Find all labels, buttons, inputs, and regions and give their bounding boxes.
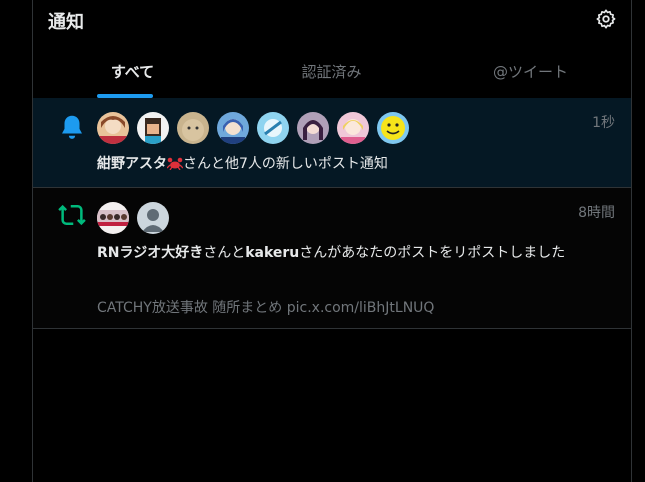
actor-name[interactable]: 紺野アスタ — [97, 156, 167, 172]
actor-name[interactable]: kakeru — [245, 245, 299, 261]
notification-connector: さんと — [203, 245, 246, 261]
tab-label: 認証済み — [301, 63, 362, 81]
avatar[interactable] — [97, 202, 129, 234]
avatar[interactable] — [297, 112, 329, 144]
notifications-panel: 通知 すべて 認証済み @ツイート 1秒 紺野アスタ さんと他7人の新しいポスト… — [32, 0, 632, 482]
tab-label: @ツイート — [492, 63, 568, 81]
notification-body: さんと他7人の新しいポスト通知 — [183, 156, 388, 172]
notification-text: RNラジオ大好きさんとkakeruさんがあなたのポストをリポストしました — [97, 244, 567, 263]
tab-all[interactable]: すべて — [33, 50, 232, 98]
tab-verified[interactable]: 認証済み — [232, 50, 431, 98]
post-preview[interactable]: CATCHY放送事故 随所まとめ pic.x.com/liBhJtLNUQ — [97, 297, 434, 317]
header: 通知 — [33, 0, 631, 40]
bell-icon — [62, 115, 82, 139]
notification-text: 紺野アスタ さんと他7人の新しいポスト通知 — [97, 155, 567, 174]
default-avatar-icon[interactable] — [137, 202, 169, 234]
tab-mentions[interactable]: @ツイート — [431, 50, 630, 98]
avatar[interactable] — [97, 112, 129, 144]
avatar[interactable] — [217, 112, 249, 144]
avatar[interactable] — [177, 112, 209, 144]
notification-item[interactable]: 1秒 紺野アスタ さんと他7人の新しいポスト通知 — [33, 98, 631, 188]
tab-label: すべて — [110, 63, 155, 81]
avatar[interactable] — [377, 112, 409, 144]
gear-icon[interactable] — [595, 8, 617, 30]
tab-bar: すべて 認証済み @ツイート — [33, 50, 631, 99]
page-title: 通知 — [48, 12, 84, 33]
timestamp: 1秒 — [592, 115, 615, 131]
avatar[interactable] — [137, 112, 169, 144]
crab-icon — [167, 157, 183, 170]
actor-name[interactable]: RNラジオ大好き — [97, 245, 203, 261]
repost-icon — [58, 204, 86, 226]
notification-item[interactable]: 8時間 RNラジオ大好きさんとkakeruさんがあなたのポストをリポストしました… — [33, 188, 631, 329]
timestamp: 8時間 — [578, 205, 615, 221]
avatar[interactable] — [337, 112, 369, 144]
notification-body: さんがあなたのポストをリポストしました — [299, 245, 566, 261]
avatar[interactable] — [257, 112, 289, 144]
